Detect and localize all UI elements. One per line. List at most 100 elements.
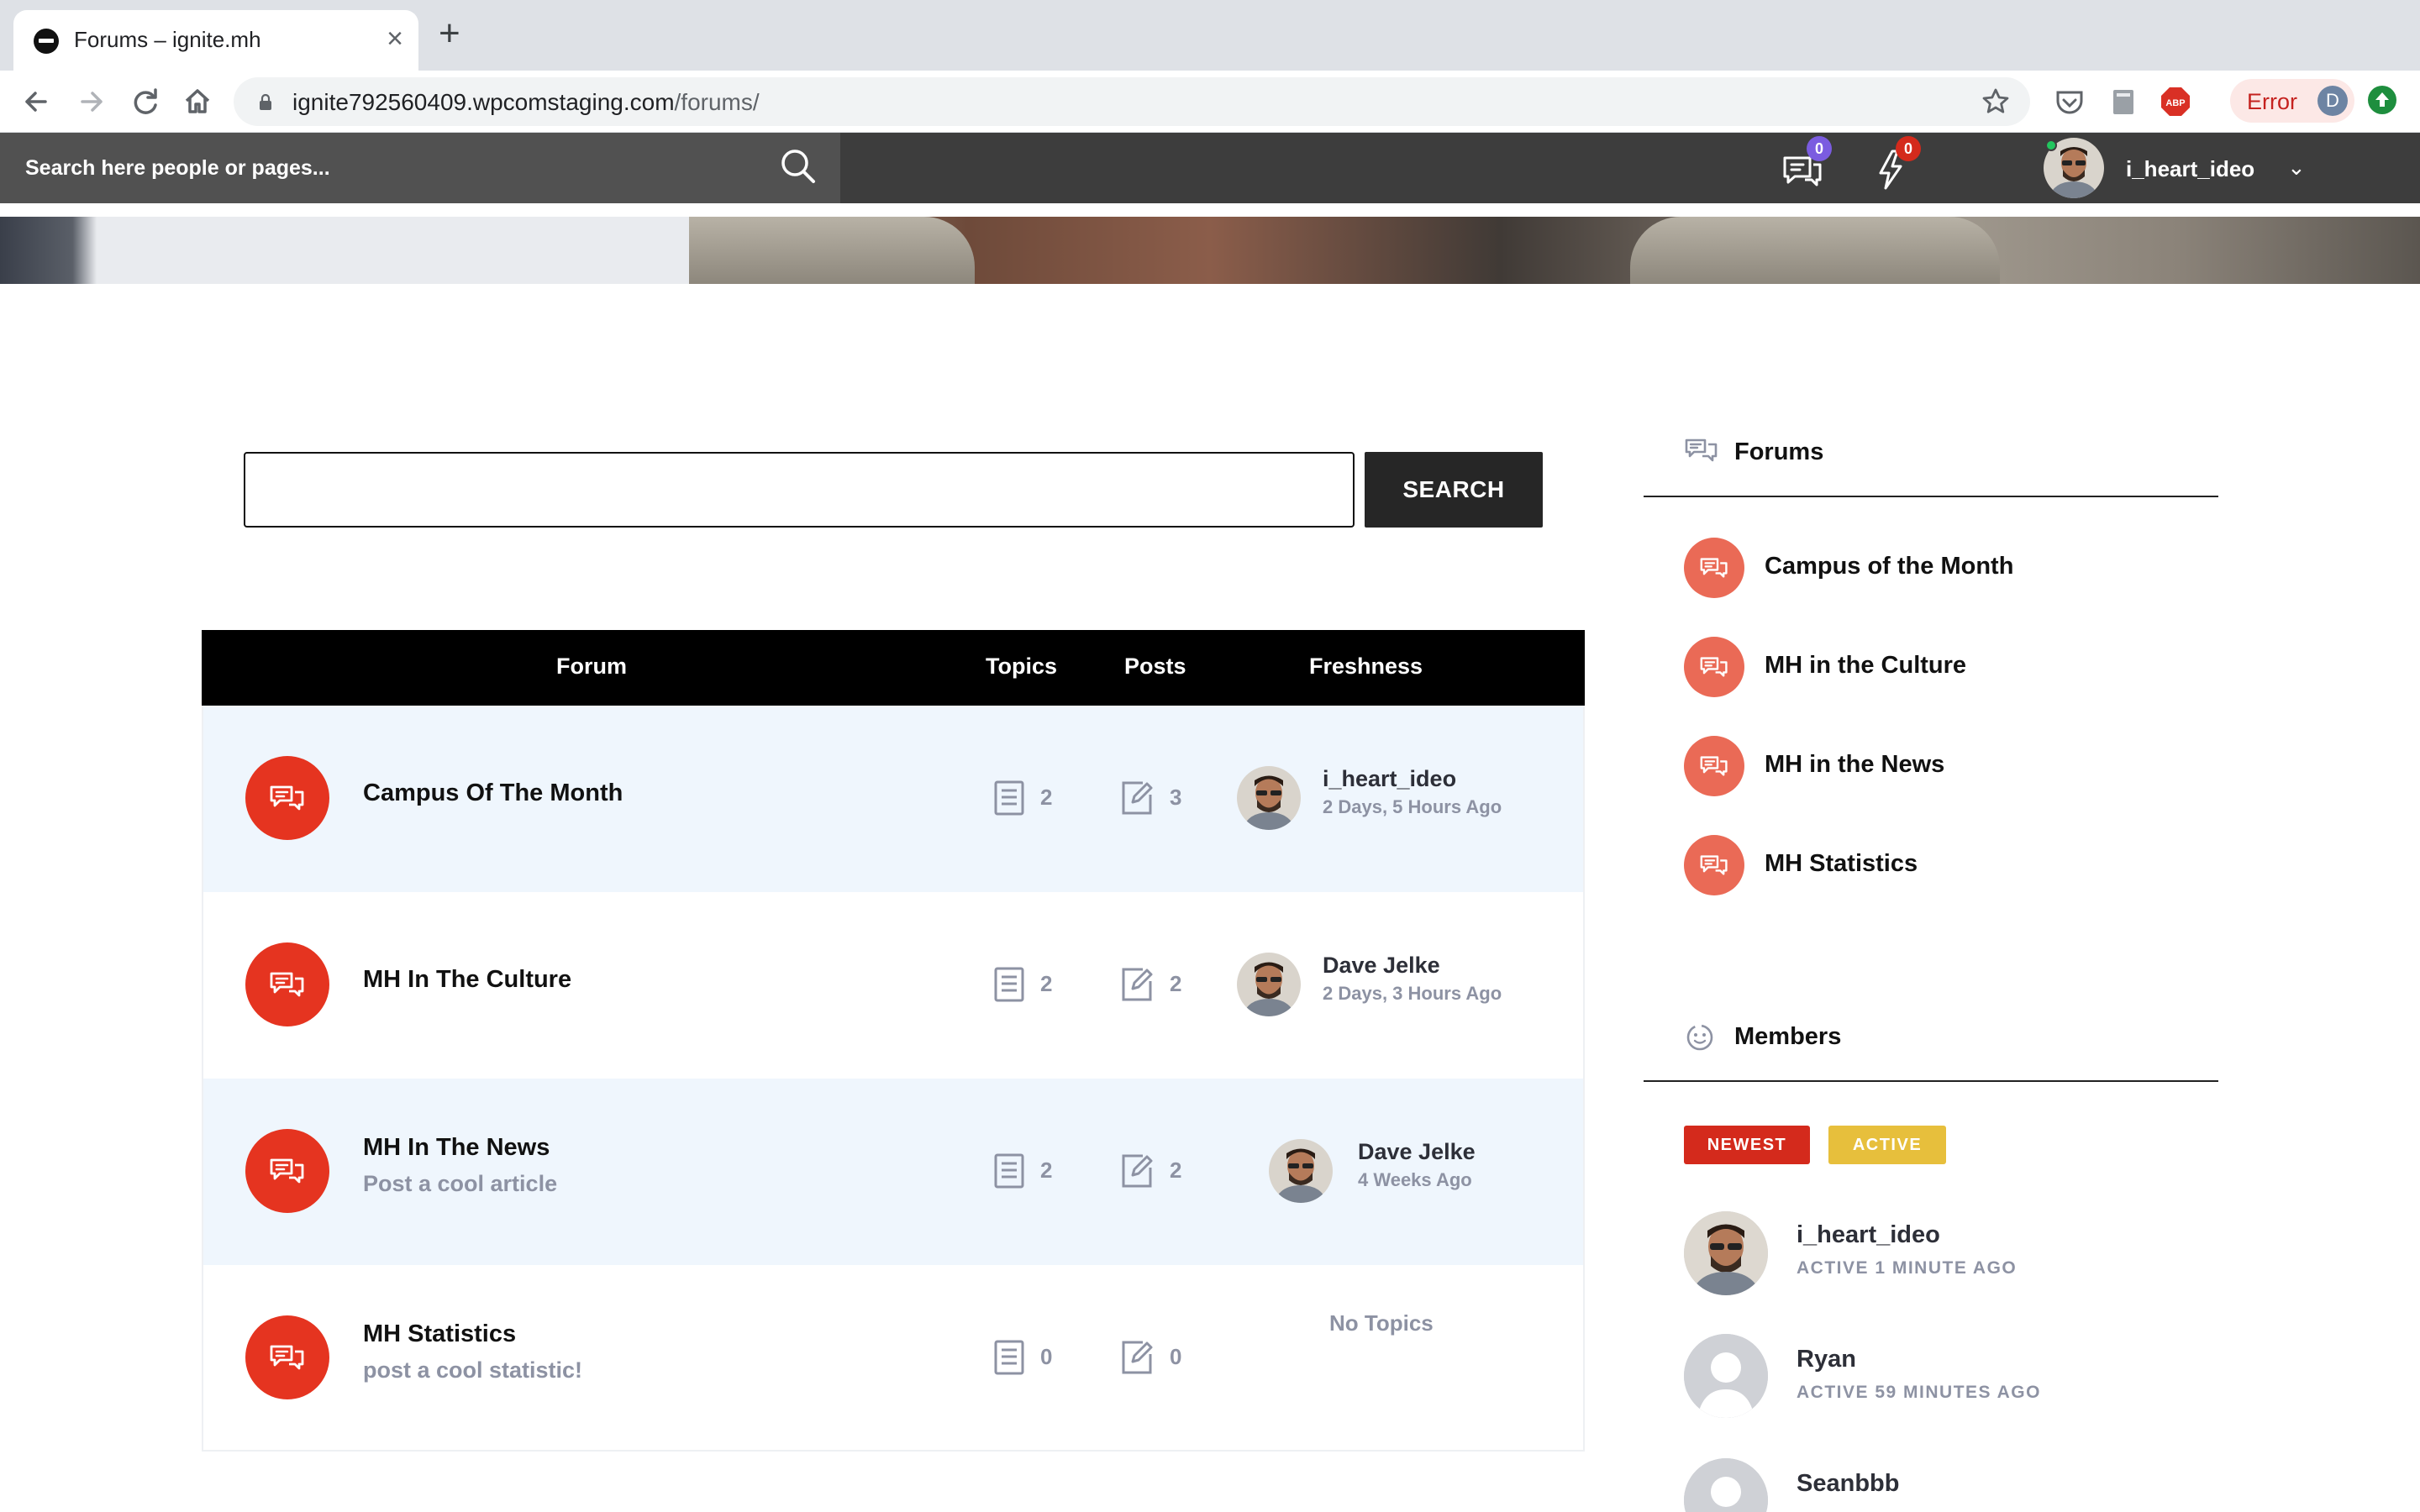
last-poster-avatar[interactable] bbox=[1237, 766, 1301, 830]
column-header-freshness: Freshness bbox=[1309, 654, 1423, 679]
chat-bubbles-icon[interactable] bbox=[245, 1315, 329, 1399]
sidebar-forum-link[interactable]: MH Statistics bbox=[1765, 850, 1918, 878]
site-favicon-icon bbox=[34, 29, 59, 54]
member-name[interactable]: i_heart_ideo bbox=[1797, 1221, 1940, 1249]
member-avatar[interactable] bbox=[1684, 1458, 1768, 1512]
topics-count: 0 bbox=[1040, 1344, 1053, 1369]
member-avatar[interactable] bbox=[1684, 1211, 1768, 1295]
last-poster-avatar[interactable] bbox=[1269, 1139, 1333, 1203]
chat-bubbles-icon[interactable] bbox=[1684, 637, 1744, 697]
forum-search-button[interactable]: SEARCH bbox=[1365, 452, 1543, 528]
online-status-dot bbox=[2045, 139, 2057, 151]
forum-title-link[interactable]: MH In The Culture bbox=[363, 966, 571, 994]
pocket-extension-icon[interactable] bbox=[2054, 86, 2086, 118]
browser-tab[interactable]: Forums – ignite.mh × bbox=[13, 10, 418, 71]
document-list-icon bbox=[994, 1340, 1024, 1375]
topics-count: 2 bbox=[1040, 1158, 1053, 1183]
reload-icon[interactable] bbox=[128, 84, 163, 119]
last-poster-avatar[interactable] bbox=[1237, 953, 1301, 1016]
chat-bubbles-icon[interactable] bbox=[1684, 736, 1744, 796]
svg-text:ABP: ABP bbox=[2165, 98, 2185, 108]
tab-title: Forums – ignite.mh bbox=[74, 27, 261, 52]
header-search-bar[interactable]: Search here people or pages... bbox=[0, 133, 840, 203]
update-arrow-icon[interactable] bbox=[2368, 86, 2396, 114]
edit-note-icon bbox=[1122, 968, 1153, 1001]
chevron-down-icon[interactable]: ⌄ bbox=[2287, 155, 2306, 181]
sidebar-forum-link[interactable]: MH in the Culture bbox=[1765, 652, 1966, 680]
new-tab-icon[interactable]: + bbox=[439, 15, 460, 52]
back-arrow-icon[interactable] bbox=[18, 84, 54, 119]
header-username[interactable]: i_heart_ideo bbox=[2126, 156, 2254, 182]
chat-bubbles-icon[interactable] bbox=[245, 942, 329, 1026]
banner-column bbox=[1630, 217, 2000, 284]
close-tab-icon[interactable]: × bbox=[387, 22, 403, 55]
widget-divider bbox=[1644, 496, 2218, 497]
header-search-placeholder: Search here people or pages... bbox=[25, 156, 330, 180]
sidebar-forum-link[interactable]: MH in the News bbox=[1765, 751, 1944, 779]
topics-count: 2 bbox=[1040, 785, 1053, 810]
chat-bubbles-icon[interactable] bbox=[245, 756, 329, 840]
no-topics-label: No Topics bbox=[1329, 1310, 1434, 1336]
error-label: Error bbox=[2247, 89, 2297, 114]
column-header-posts: Posts bbox=[1124, 654, 1186, 679]
tab-newest[interactable]: NEWEST bbox=[1684, 1126, 1810, 1164]
posts-count: 0 bbox=[1170, 1344, 1182, 1369]
forum-title-link[interactable]: Campus Of The Month bbox=[363, 780, 623, 807]
home-icon[interactable] bbox=[180, 84, 215, 119]
topics-count: 2 bbox=[1040, 971, 1053, 996]
last-poster-name[interactable]: i_heart_ideo bbox=[1323, 766, 1456, 792]
forums-widget-icon bbox=[1685, 438, 1718, 462]
tab-active[interactable]: ACTIVE bbox=[1828, 1126, 1946, 1164]
forum-table-header: Forum Topics Posts Freshness bbox=[202, 630, 1585, 706]
url-host: ignite792560409.wpcomstaging.com bbox=[292, 89, 675, 115]
forward-arrow-icon[interactable] bbox=[74, 84, 109, 119]
member-avatar[interactable] bbox=[1684, 1334, 1768, 1418]
chat-bubbles-icon[interactable] bbox=[1684, 538, 1744, 598]
forum-description: Post a cool article bbox=[363, 1171, 558, 1196]
clipboard-extension-icon[interactable] bbox=[2107, 86, 2139, 118]
url-path: /forums/ bbox=[674, 89, 760, 115]
cover-banner-image bbox=[0, 217, 2420, 284]
sidebar-forum-link[interactable]: Campus of the Month bbox=[1765, 553, 2013, 580]
bookmark-star-icon[interactable] bbox=[1980, 86, 2012, 118]
document-list-icon bbox=[994, 780, 1024, 816]
forum-search-input[interactable] bbox=[244, 452, 1355, 528]
last-poster-name[interactable]: Dave Jelke bbox=[1323, 953, 1440, 979]
edit-note-icon bbox=[1122, 1154, 1153, 1188]
last-activity-time[interactable]: 4 Weeks Ago bbox=[1358, 1169, 1472, 1191]
member-name[interactable]: Ryan bbox=[1797, 1346, 1856, 1373]
chat-bubbles-icon[interactable] bbox=[245, 1129, 329, 1213]
search-icon[interactable] bbox=[776, 144, 820, 188]
forum-title-link[interactable]: MH In The News bbox=[363, 1134, 550, 1162]
chat-bubbles-icon[interactable] bbox=[1684, 835, 1744, 895]
last-poster-name[interactable]: Dave Jelke bbox=[1358, 1139, 1476, 1165]
forum-title-link[interactable]: MH Statistics bbox=[363, 1320, 516, 1348]
members-widget-title: Members bbox=[1734, 1023, 1842, 1050]
last-activity-time[interactable]: 2 Days, 5 Hours Ago bbox=[1323, 796, 1502, 818]
column-header-topics: Topics bbox=[986, 654, 1058, 679]
last-activity-time[interactable]: 2 Days, 3 Hours Ago bbox=[1323, 983, 1502, 1005]
table-row: MH Statistics post a cool statistic! 0 0… bbox=[203, 1265, 1583, 1452]
forums-widget-title: Forums bbox=[1734, 438, 1824, 465]
posts-count: 2 bbox=[1170, 1158, 1182, 1183]
column-header-forum: Forum bbox=[556, 654, 627, 679]
document-list-icon bbox=[994, 1153, 1024, 1189]
url-text: ignite792560409.wpcomstaging.com/forums/ bbox=[292, 89, 760, 116]
document-list-icon bbox=[994, 967, 1024, 1002]
profile-avatar: D bbox=[2317, 86, 2348, 116]
member-status: ACTIVE 1 MINUTE AGO bbox=[1797, 1258, 2018, 1278]
widget-divider bbox=[1644, 1080, 2218, 1082]
notifications-count-badge: 0 bbox=[1896, 136, 1921, 161]
adblock-plus-icon[interactable]: ABP bbox=[2160, 86, 2191, 118]
banner-sign bbox=[101, 217, 689, 284]
table-row: MH In The Culture 2 2 Dave Jelke 2 Days,… bbox=[203, 892, 1583, 1079]
messages-count-badge: 0 bbox=[1807, 136, 1832, 161]
posts-count: 2 bbox=[1170, 971, 1182, 996]
smiley-icon bbox=[1686, 1024, 1713, 1051]
site-header: Search here people or pages... 0 0 i_hea… bbox=[0, 133, 2420, 203]
profile-error-button[interactable]: Error D bbox=[2230, 79, 2354, 123]
member-name[interactable]: Seanbbb bbox=[1797, 1470, 1899, 1498]
browser-toolbar: ignite792560409.wpcomstaging.com/forums/… bbox=[0, 71, 2420, 133]
table-row: Campus Of The Month 2 3 i_heart_ideo 2 D… bbox=[203, 706, 1583, 892]
address-bar[interactable]: ignite792560409.wpcomstaging.com/forums/ bbox=[234, 77, 2030, 126]
